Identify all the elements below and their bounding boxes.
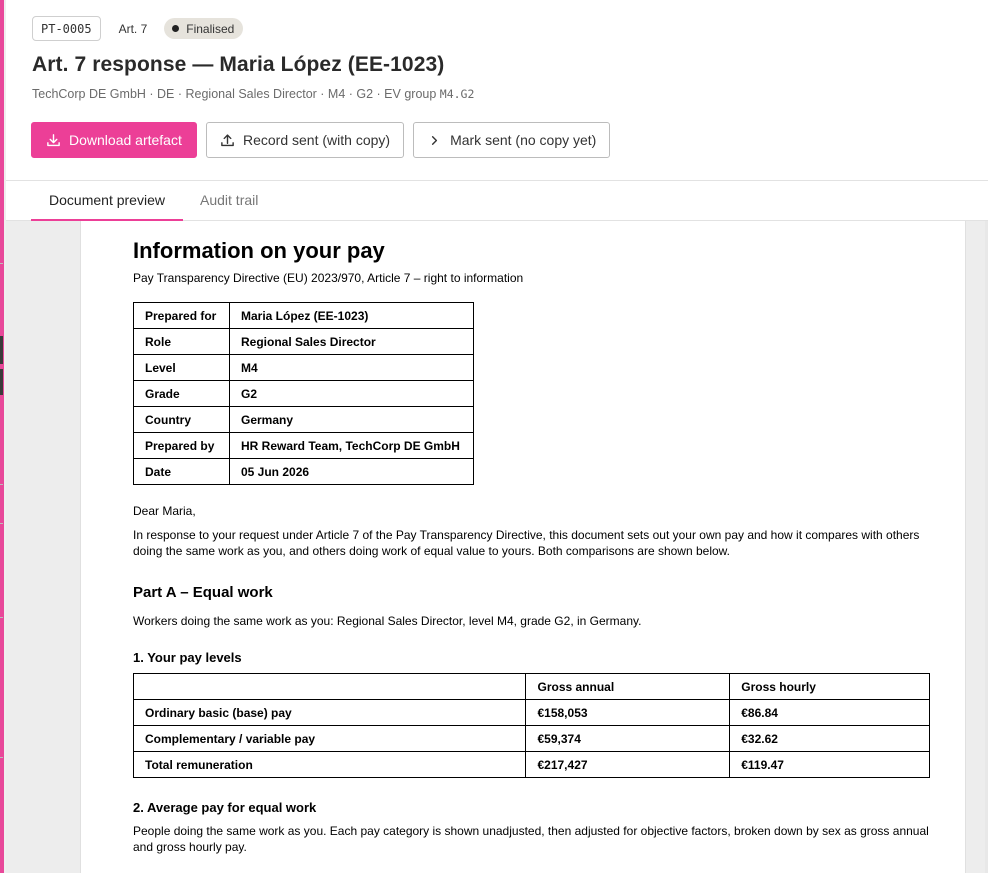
info-key: Grade — [133, 380, 230, 407]
left-edge-tick — [0, 617, 3, 618]
info-key: Role — [133, 328, 230, 355]
table-row: Country Germany — [133, 406, 474, 433]
table-header-row: Gross annual Gross hourly — [132, 673, 930, 700]
record-header: PT-0005 Art. 7 Finalised Art. 7 response… — [6, 0, 988, 181]
table-row: Prepared for Maria López (EE-1023) — [133, 302, 474, 329]
gross-hourly: €32.62 — [729, 725, 930, 752]
greeting: Dear Maria, — [133, 504, 196, 518]
upload-icon — [220, 133, 235, 148]
table-row: Role Regional Sales Director — [133, 328, 474, 355]
status-badge: Finalised — [164, 18, 244, 39]
table-row: Total remuneration €217,427 €119.47 — [132, 751, 930, 778]
status-label: Finalised — [186, 21, 235, 36]
gross-annual: €158,053 — [525, 699, 731, 726]
info-value: Regional Sales Director — [229, 328, 474, 355]
ev-group-code: M4.G2 — [439, 87, 475, 101]
status-dot-icon — [172, 25, 180, 32]
table-row: Date 05 Jun 2026 — [133, 458, 474, 485]
record-sent-label: Record sent (with copy) — [243, 132, 391, 148]
subtitle-text: TechCorp DE GmbH · DE · Regional Sales D… — [32, 87, 440, 101]
mark-sent-label: Mark sent (no copy yet) — [450, 132, 597, 148]
info-key: Prepared by — [133, 432, 230, 459]
table-row: Prepared by HR Reward Team, TechCorp DE G… — [133, 432, 474, 459]
document-title: Information on your pay — [133, 238, 385, 263]
section-1-heading: 1. Your pay levels — [133, 650, 242, 665]
download-artefact-label: Download artefact — [69, 132, 182, 148]
left-edge-tick — [0, 263, 3, 264]
gross-annual: €59,374 — [525, 725, 731, 752]
table-row: Ordinary basic (base) pay €158,053 €86.8… — [132, 699, 930, 726]
mark-sent-button[interactable]: Mark sent (no copy yet) — [413, 122, 611, 158]
article-chip: Art. 7 — [118, 21, 148, 36]
column-header: Gross hourly — [729, 673, 930, 700]
document-viewer[interactable]: Information on your pay Pay Transparency… — [6, 221, 988, 873]
section-2-description: People doing the same work as you. Each … — [133, 824, 929, 854]
table-row: Complementary / variable pay €59,374 €32… — [132, 725, 930, 752]
pay-levels-table: Gross annual Gross hourly Ordinary basic… — [132, 673, 930, 778]
column-header: Gross annual — [525, 673, 731, 700]
download-icon — [46, 133, 61, 148]
info-key: Date — [133, 458, 230, 485]
info-key: Level — [133, 354, 230, 381]
info-value: HR Reward Team, TechCorp DE GmbH — [229, 432, 474, 459]
record-id-chip: PT-0005 — [32, 16, 101, 41]
info-value: Germany — [229, 406, 474, 433]
section-2-heading: 2. Average pay for equal work — [133, 800, 317, 815]
tab-audit-trail[interactable]: Audit trail — [200, 181, 258, 221]
download-artefact-button[interactable]: Download artefact — [31, 122, 197, 158]
info-value: G2 — [229, 380, 474, 407]
tab-document-preview[interactable]: Document preview — [31, 181, 183, 221]
page-subtitle: TechCorp DE GmbH · DE · Regional Sales D… — [32, 87, 474, 101]
table-row: Grade G2 — [133, 380, 474, 407]
recipient-info-table: Prepared for Maria López (EE-1023) Role Re… — [133, 302, 474, 485]
document-page: Information on your pay Pay Transparency… — [81, 221, 965, 873]
page-title: Art. 7 response — Maria López (EE-1023) — [32, 53, 445, 76]
column-header — [132, 673, 527, 700]
info-key: Prepared for — [133, 302, 230, 329]
left-edge-tick — [0, 484, 3, 485]
document-tabs: Document preview Audit trail — [6, 181, 988, 221]
part-a-heading: Part A – Equal work — [133, 584, 273, 601]
gross-annual: €217,427 — [525, 751, 731, 778]
left-edge-tick — [0, 523, 3, 524]
info-value: Maria López (EE-1023) — [229, 302, 474, 329]
left-edge-marker — [0, 336, 3, 364]
pay-category: Ordinary basic (base) pay — [132, 699, 527, 726]
chevron-right-icon — [427, 133, 442, 148]
header-chips: PT-0005 Art. 7 Finalised — [32, 16, 244, 41]
gross-hourly: €86.84 — [729, 699, 930, 726]
document-lead: Pay Transparency Directive (EU) 2023/970… — [133, 271, 524, 285]
gross-hourly: €119.47 — [729, 751, 930, 778]
info-value: M4 — [229, 354, 474, 381]
part-a-description: Workers doing the same work as you: Regi… — [133, 614, 642, 628]
action-bar: Download artefact Record sent (with copy… — [31, 122, 611, 158]
table-row: Level M4 — [133, 354, 474, 381]
info-key: Country — [133, 406, 230, 433]
info-value: 05 Jun 2026 — [229, 458, 474, 485]
pay-category: Complementary / variable pay — [132, 725, 527, 752]
intro-paragraph: In response to your request under Articl… — [133, 528, 920, 558]
pay-category: Total remuneration — [132, 751, 527, 778]
left-edge-marker — [0, 369, 3, 395]
record-sent-button[interactable]: Record sent (with copy) — [206, 122, 405, 158]
left-edge-tick — [0, 757, 3, 758]
